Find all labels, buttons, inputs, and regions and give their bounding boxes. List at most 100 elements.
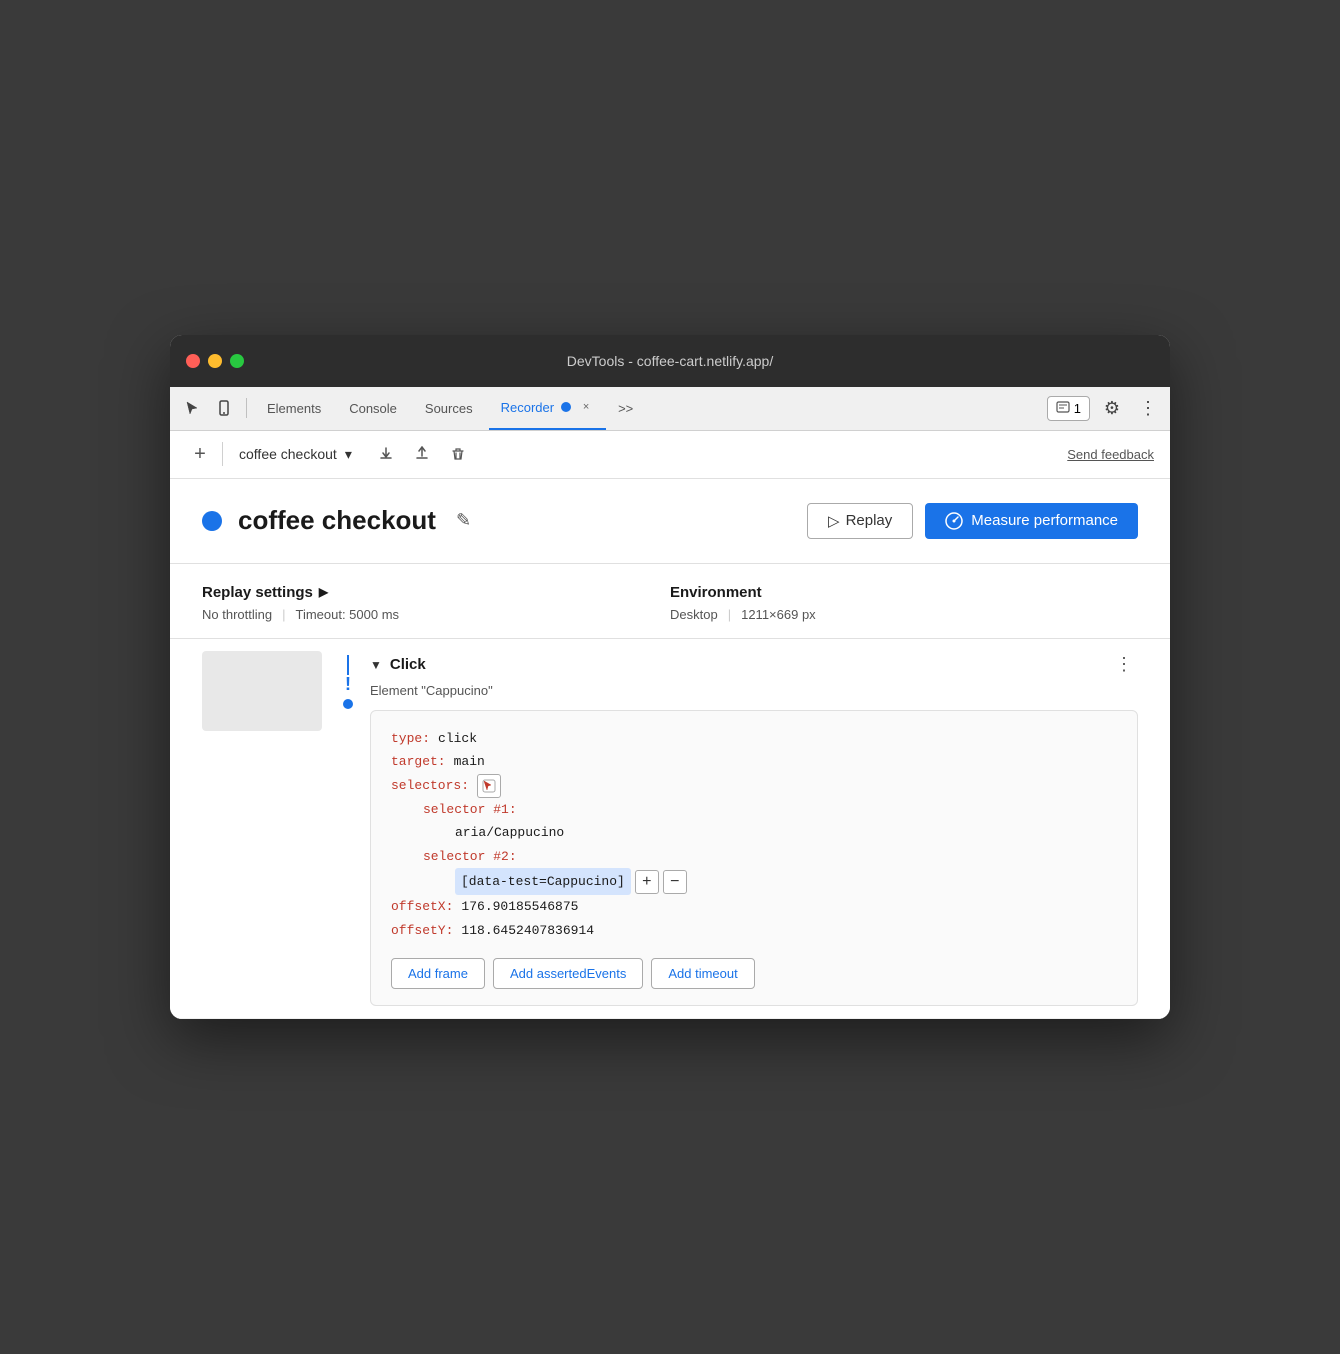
import-icon[interactable] [408,440,436,468]
close-button[interactable] [186,354,200,368]
arrow-right-icon: ▶ [319,585,328,599]
offsetX-val: 176.90185546875 [461,895,578,918]
selector1-key: selector #1: [423,798,517,821]
add-recording-button[interactable]: + [186,440,214,468]
window-title: DevTools - coffee-cart.netlify.app/ [567,353,773,369]
measure-button-label: Measure performance [971,512,1118,529]
devtools-window: DevTools - coffee-cart.netlify.app/ Elem… [170,335,1170,1019]
separator: | [728,607,731,622]
resolution-label: 1211×669 px [741,607,816,622]
tab-console[interactable]: Console [337,386,409,430]
add-asserted-events-button[interactable]: Add assertedEvents [493,958,643,989]
code-line-target: target: main [391,750,1117,773]
type-val: click [438,727,477,750]
expand-icon[interactable]: ▼ [370,658,382,672]
add-timeout-button[interactable]: Add timeout [651,958,754,989]
tab-sources[interactable]: Sources [413,386,485,430]
action-buttons: Add frame Add assertedEvents Add timeout [391,958,1117,989]
timeout-label: Timeout: 5000 ms [295,607,399,622]
step-more-button[interactable]: ⋮ [1110,651,1138,679]
rec-divider [222,442,223,466]
step-dot [343,699,353,709]
offsetY-key: offsetY: [391,919,453,942]
throttling-label: No throttling [202,607,272,622]
chat-icon [1056,401,1070,415]
code-line-offsetY: offsetY: 118.6452407836914 [391,919,1117,942]
tab-elements[interactable]: Elements [255,386,333,430]
code-line-selector1-key: selector #1: [423,798,1117,821]
environment-details: Desktop | 1211×669 px [670,607,1138,622]
selector2-key: selector #2: [423,845,517,868]
header-actions: ▷ Replay Measure performance [807,503,1138,539]
warning-icon: ! [338,675,358,695]
chevron-down-icon: ▾ [345,446,352,463]
selectors-key: selectors: [391,774,469,797]
element-picker-icon[interactable] [477,774,501,798]
edit-icon[interactable]: ✎ [456,510,471,531]
more-options-icon[interactable]: ⋮ [1134,394,1162,422]
measure-performance-button[interactable]: Measure performance [925,503,1138,539]
maximize-button[interactable] [230,354,244,368]
steps-section: ! ▼ Click ⋮ Element "Cappucino" type: [170,639,1170,1019]
delete-icon[interactable] [444,440,472,468]
selector2-highlighted-val: [data-test=Cappucino] [455,868,631,895]
code-line-selector2-val: [data-test=Cappucino] + − [455,868,1117,895]
recorder-action-icons [372,440,472,468]
replay-settings-label: Replay settings [202,584,313,601]
type-key: type: [391,727,430,750]
recorder-toolbar: + coffee checkout ▾ [170,431,1170,479]
tab-more-button[interactable]: >> [610,401,641,416]
code-line-type: type: click [391,727,1117,750]
messages-button[interactable]: 1 [1047,396,1090,421]
toolbar-right: 1 ⚙ ⋮ [1047,394,1162,422]
traffic-lights [186,354,244,368]
recording-dropdown[interactable]: coffee checkout ▾ [231,442,360,467]
code-line-offsetX: offsetX: 176.90185546875 [391,895,1117,918]
environment-title: Environment [670,584,1138,601]
tab-close-icon[interactable]: × [578,399,594,415]
step-thumbnail [202,651,322,731]
selector1-val: aria/Cappucino [455,821,564,844]
selector-add-button[interactable]: + [635,870,659,894]
recording-dropdown-label: coffee checkout [239,446,337,462]
desktop-label: Desktop [670,607,718,622]
titlebar: DevTools - coffee-cart.netlify.app/ [170,335,1170,387]
target-val: main [454,750,485,773]
step-content: ▼ Click ⋮ Element "Cappucino" type: clic… [370,651,1138,1006]
code-block: type: click target: main selectors: [370,710,1138,1006]
messages-count: 1 [1074,401,1081,416]
code-line-selector1-val: aria/Cappucino [455,821,1117,844]
settings-details: No throttling | Timeout: 5000 ms [202,607,670,622]
export-icon[interactable] [372,440,400,468]
devtools-toolbar: Elements Console Sources Recorder × >> 1… [170,387,1170,431]
selector2-value-container: [data-test=Cappucino] + − [455,868,687,895]
environment-settings-right: Environment Desktop | 1211×669 px [670,584,1138,622]
tab-recorder[interactable]: Recorder × [489,386,606,430]
tab-recorder-label: Recorder [501,400,554,415]
replay-button[interactable]: ▷ Replay [807,503,913,539]
code-line-selector2-key: selector #2: [423,845,1117,868]
offsetX-key: offsetX: [391,895,453,918]
play-icon: ▷ [828,512,840,530]
recording-icon [560,401,572,413]
cursor-icon[interactable] [178,394,206,422]
minimize-button[interactable] [208,354,222,368]
code-line-selectors: selectors: [391,774,1117,798]
replay-button-label: Replay [846,512,893,529]
add-frame-button[interactable]: Add frame [391,958,485,989]
offsetY-val: 118.6452407836914 [461,919,594,942]
recording-header: coffee checkout ✎ ▷ Replay Measure perfo… [170,479,1170,564]
step-line [347,655,349,675]
recording-title: coffee checkout [238,505,436,536]
replay-settings-toggle[interactable]: Replay settings ▶ [202,584,670,601]
settings-icon[interactable]: ⚙ [1098,394,1126,422]
send-feedback-link[interactable]: Send feedback [1067,447,1154,462]
step-name: Click [390,656,426,673]
separator: | [282,607,285,622]
selector-remove-button[interactable]: − [663,870,687,894]
recording-status-dot [202,511,222,531]
step-item: ! ▼ Click ⋮ Element "Cappucino" type: [170,639,1170,1019]
mobile-icon[interactable] [210,394,238,422]
settings-section: Replay settings ▶ No throttling | Timeou… [170,564,1170,639]
toolbar-divider-1 [246,398,247,418]
